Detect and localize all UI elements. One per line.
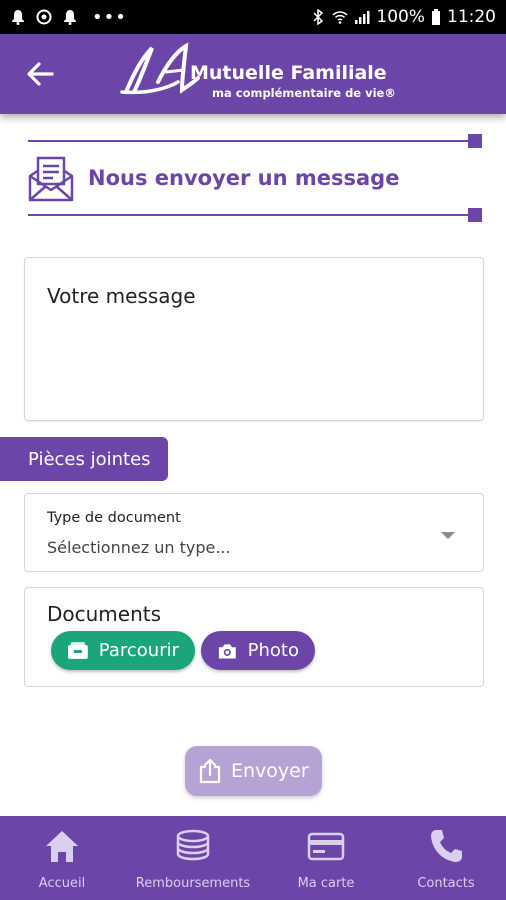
logo-title: Mutuelle Familiale — [190, 62, 387, 84]
document-type-select[interactable]: Type de document Sélectionnez un type... — [24, 493, 484, 572]
nav-label: Accueil — [38, 876, 86, 891]
home-icon — [46, 831, 78, 862]
divider — [28, 134, 482, 148]
send-button-label: Envoyer — [231, 760, 309, 782]
battery-icon — [432, 9, 440, 25]
arrow-left-icon[interactable] — [24, 58, 56, 90]
photo-button[interactable]: Photo — [201, 631, 315, 670]
nav-item-contacts[interactable]: Contacts — [406, 816, 486, 900]
app-bar: Mutuelle Familiale ma complémentaire de … — [0, 34, 506, 114]
phone-icon — [431, 830, 462, 862]
bottom-nav: Accueil Remboursements Ma carte Contacts — [0, 816, 506, 900]
location-icon — [36, 9, 52, 25]
nav-item-ma-carte[interactable]: Ma carte — [286, 816, 366, 900]
more-icon: ••• — [92, 6, 127, 28]
section-header: Nous envoyer un message — [28, 134, 482, 224]
page-title: Nous envoyer un message — [88, 166, 400, 190]
document-type-value: Sélectionnez un type... — [47, 538, 231, 557]
card-icon — [307, 832, 345, 861]
battery-level: 100% — [376, 7, 425, 27]
coins-icon — [176, 829, 210, 861]
share-icon — [199, 758, 221, 784]
attachments-tab: Pièces jointes — [0, 437, 168, 481]
browse-button[interactable]: Parcourir — [51, 631, 195, 670]
nav-label: Ma carte — [297, 876, 355, 891]
nav-item-remboursements[interactable]: Remboursements — [134, 816, 252, 900]
chevron-down-icon — [441, 532, 455, 539]
wifi-icon — [332, 11, 348, 24]
document-type-label: Type de document — [47, 510, 181, 526]
send-button[interactable]: Envoyer — [185, 746, 322, 796]
logo-subtitle: ma complémentaire de vie® — [212, 86, 396, 100]
bluetooth-icon — [313, 9, 324, 25]
message-textarea[interactable]: Votre message — [24, 257, 484, 421]
clock: 11:20 — [447, 7, 496, 27]
signal-icon — [355, 11, 370, 24]
camera-icon — [218, 643, 236, 659]
notification-icon — [64, 10, 76, 25]
browse-icon — [67, 641, 88, 659]
message-placeholder: Votre message — [47, 284, 196, 308]
documents-panel: Documents Parcourir Photo — [24, 587, 484, 687]
mail-icon — [28, 156, 74, 202]
nav-item-accueil[interactable]: Accueil — [22, 816, 102, 900]
nav-label: Contacts — [417, 876, 475, 891]
divider — [28, 208, 482, 222]
logo: Mutuelle Familiale ma complémentaire de … — [118, 42, 398, 106]
notification-icon — [12, 10, 24, 25]
browse-button-label: Parcourir — [98, 640, 179, 661]
photo-button-label: Photo — [247, 640, 299, 661]
status-bar: ••• 100% 11:20 — [0, 0, 506, 34]
nav-label: Remboursements — [135, 876, 251, 891]
documents-label: Documents — [47, 602, 162, 626]
